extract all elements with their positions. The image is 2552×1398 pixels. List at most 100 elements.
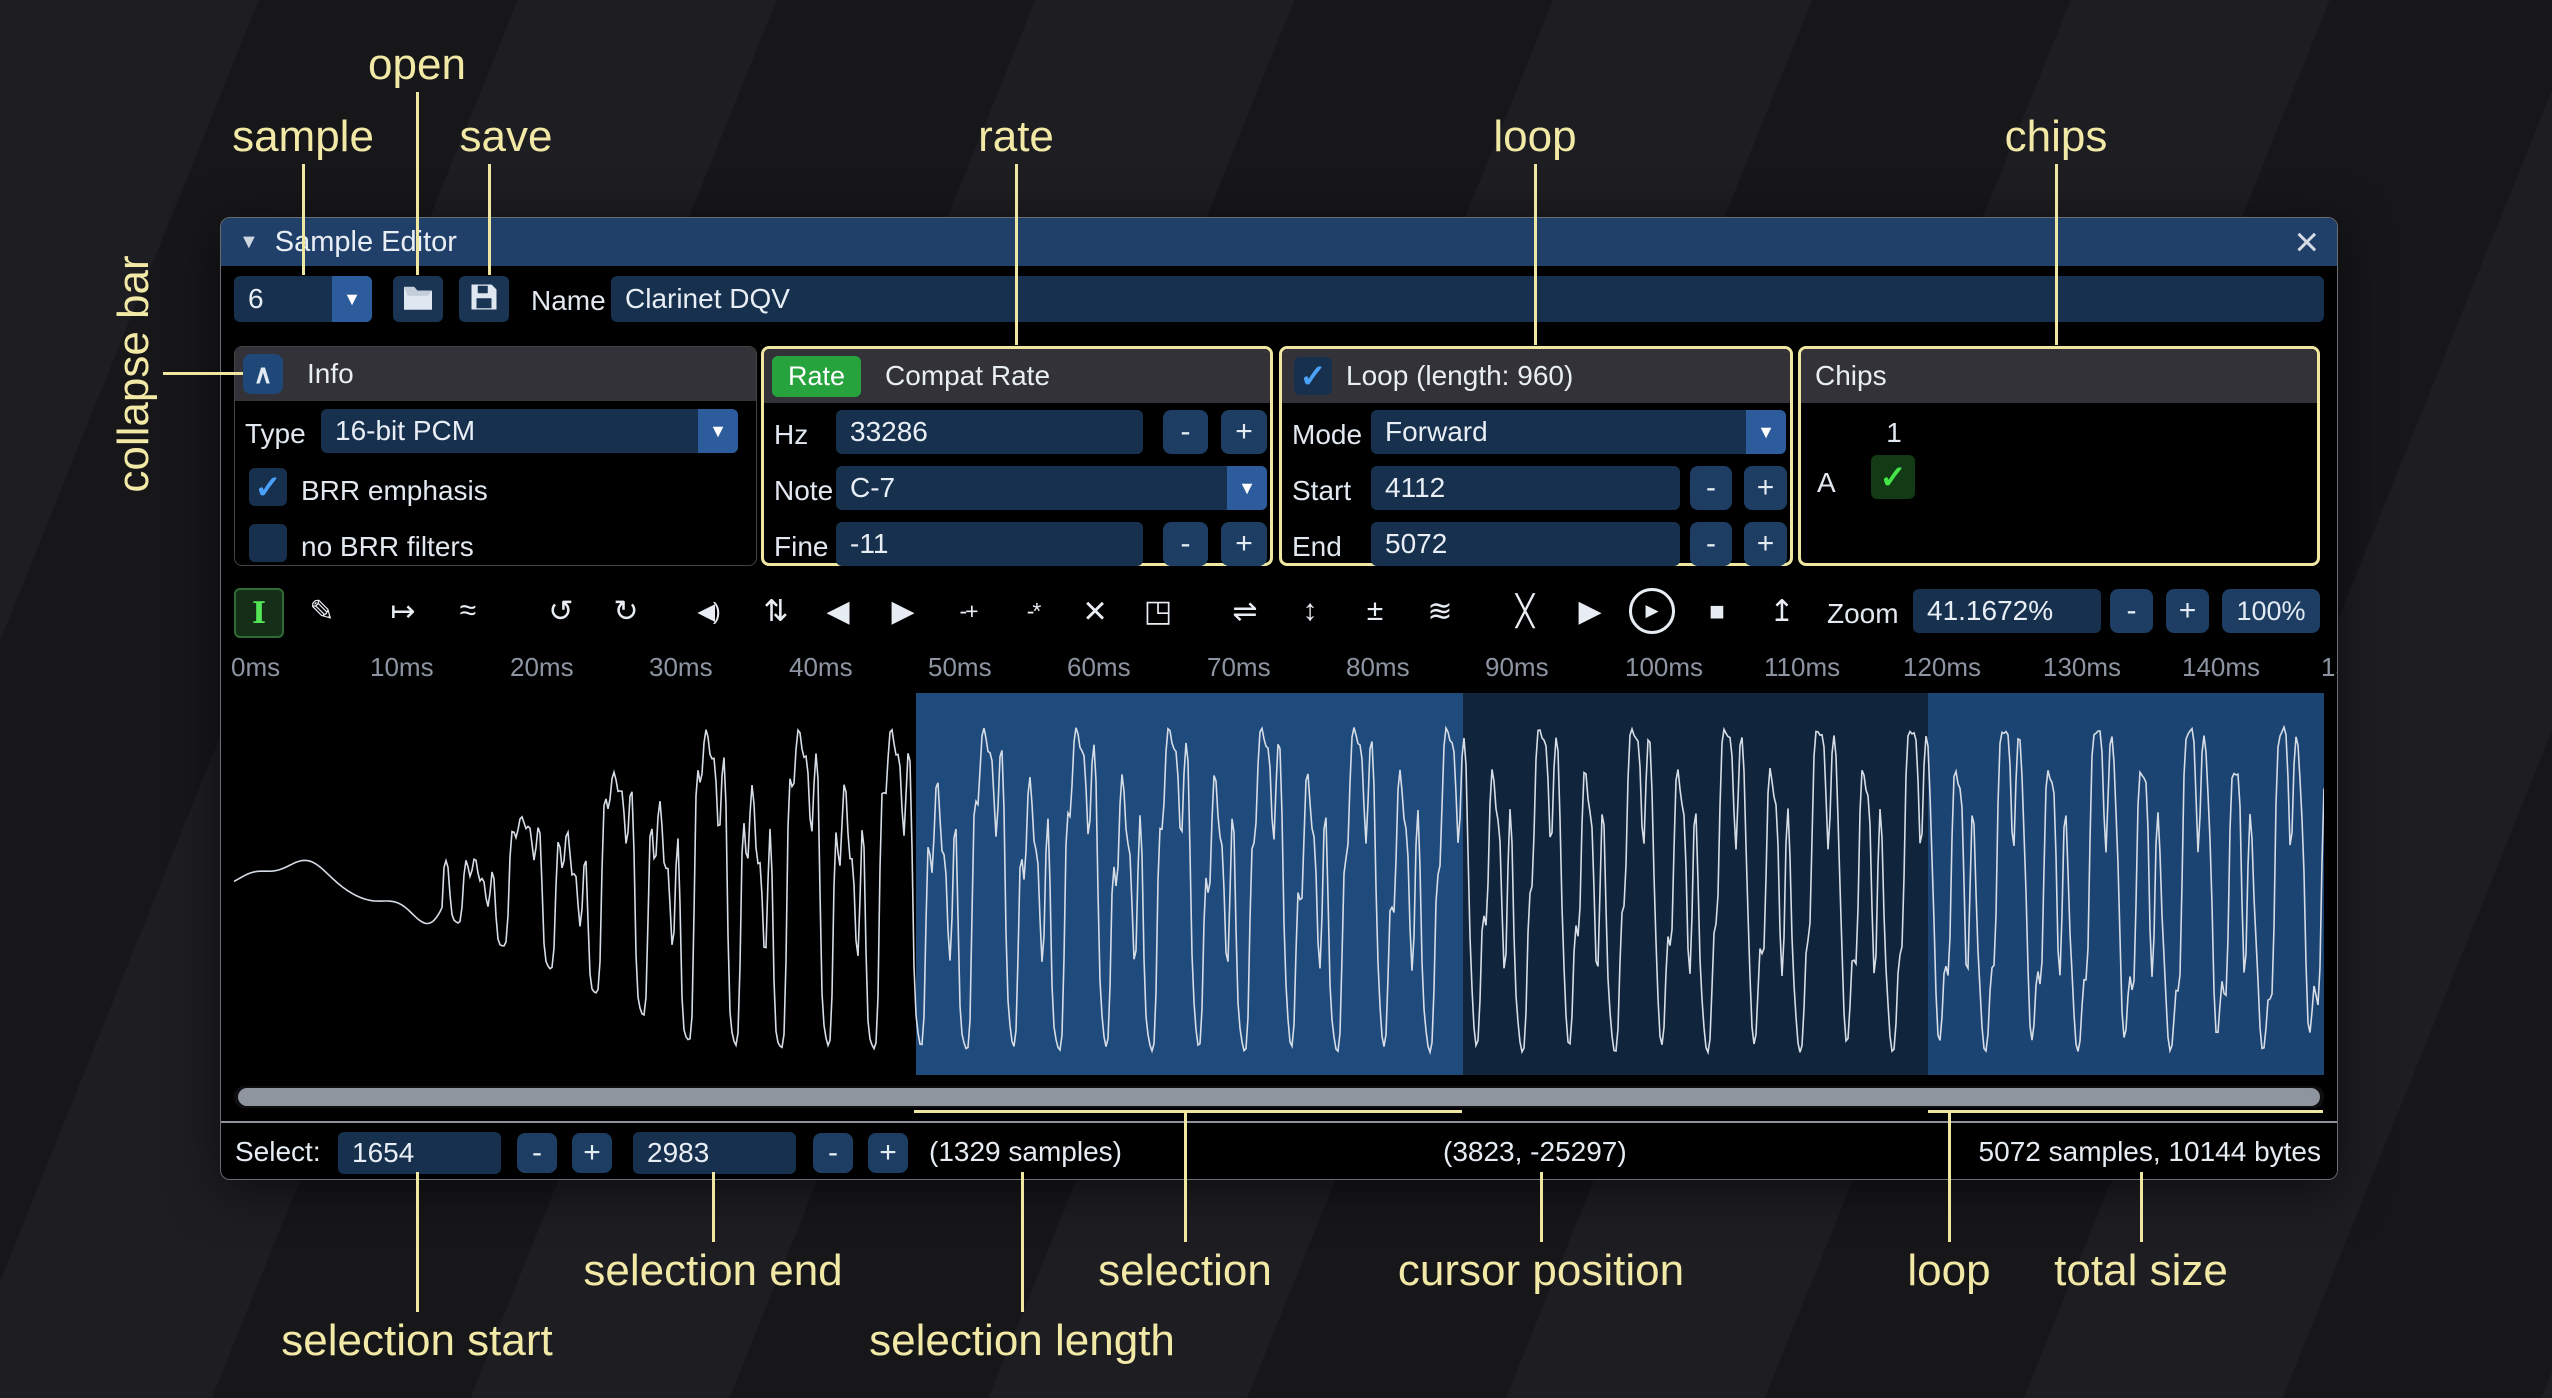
stop-icon[interactable]: ■: [1694, 588, 1740, 634]
save-button[interactable]: [459, 276, 509, 322]
apply-silence-icon[interactable]: -*: [1010, 588, 1056, 634]
zoom-minus-button[interactable]: -: [2110, 589, 2153, 633]
selection-end-minus-button[interactable]: -: [813, 1133, 853, 1173]
ruler-label: 10ms: [370, 652, 434, 683]
collapse-bar-button[interactable]: ∧: [243, 354, 283, 394]
hz-label: Hz: [774, 419, 808, 451]
zoom-plus-button[interactable]: +: [2166, 589, 2209, 633]
type-dropdown[interactable]: 16-bit PCM ▼: [321, 409, 738, 453]
ruler-label: 110ms: [1764, 652, 1840, 683]
insert-silence-icon[interactable]: -+: [945, 588, 991, 634]
invert-icon[interactable]: ↕: [1287, 588, 1333, 634]
annotation-loop-region: loop: [1907, 1246, 1990, 1296]
loop-start-label: Start: [1292, 475, 1351, 507]
filter-icon[interactable]: ≋: [1417, 588, 1463, 634]
loop-end-plus-button[interactable]: +: [1744, 522, 1787, 566]
loop-checkbox[interactable]: ✓: [1294, 357, 1332, 395]
trim-icon[interactable]: ◳: [1135, 588, 1181, 634]
status-bar: Select: 1654 - + 2983 - + (1329 samples)…: [221, 1121, 2337, 1180]
type-value: 16-bit PCM: [335, 415, 475, 447]
hz-input[interactable]: 33286: [836, 410, 1143, 454]
chevron-down-icon[interactable]: ▼: [1746, 410, 1786, 454]
hz-minus-button[interactable]: -: [1163, 410, 1208, 454]
fine-plus-button[interactable]: +: [1221, 522, 1267, 566]
loop-end-input[interactable]: 5072: [1371, 522, 1680, 566]
ruler-label: 60ms: [1067, 652, 1131, 683]
fade-out-icon[interactable]: ▶: [880, 588, 926, 634]
sign-icon[interactable]: ±: [1352, 588, 1398, 634]
cursor-position-text: (3823, -25297): [1443, 1136, 1627, 1168]
name-input[interactable]: Clarinet DQV: [611, 276, 2324, 322]
annotation-selection-end: selection end: [583, 1246, 842, 1296]
chevron-down-icon[interactable]: ▼: [1227, 466, 1267, 510]
zoom-input[interactable]: 41.1672%: [1913, 589, 2101, 633]
chevron-down-icon[interactable]: ▼: [332, 276, 372, 322]
chip-enable-checkbox[interactable]: ✓: [1871, 455, 1915, 499]
close-icon[interactable]: ×: [2294, 218, 2319, 266]
play-icon[interactable]: ▶: [1629, 588, 1675, 634]
annotation-selection: selection: [1098, 1246, 1272, 1296]
selection-end-input[interactable]: 2983: [633, 1132, 796, 1174]
loop-start-input[interactable]: 4112: [1371, 466, 1680, 510]
zoom-reset-button[interactable]: 100%: [2222, 589, 2320, 633]
type-label: Type: [245, 418, 306, 450]
fine-input[interactable]: -11: [836, 522, 1143, 566]
rate-header-label: Compat Rate: [885, 360, 1050, 392]
info-panel: ∧ Info Type 16-bit PCM ▼ ✓ BRR emphasis …: [234, 346, 757, 566]
no-brr-filters-checkbox[interactable]: [249, 524, 287, 562]
annotation-line-loop-region: [1948, 1110, 1951, 1242]
zoom-label: Zoom: [1827, 598, 1899, 630]
total-size-text: 5072 samples, 10144 bytes: [1979, 1136, 2321, 1168]
annotation-line-loop: [1534, 164, 1537, 345]
edit-cursor-icon[interactable]: I: [234, 588, 284, 638]
selection-end-plus-button[interactable]: +: [868, 1133, 908, 1173]
crossfade-icon[interactable]: ╳: [1502, 588, 1548, 634]
undo-icon[interactable]: ↺: [538, 588, 584, 634]
annotation-line-selection: [1184, 1110, 1187, 1242]
delete-icon[interactable]: ×: [1072, 588, 1118, 634]
floppy-save-icon: [469, 282, 499, 317]
info-header-label: Info: [307, 358, 354, 390]
annotation-selection-length: selection length: [869, 1316, 1175, 1366]
selection-start-plus-button[interactable]: +: [572, 1133, 612, 1173]
sample-index-combo[interactable]: 6 ▼: [234, 276, 372, 322]
import-icon[interactable]: ↥: [1759, 588, 1805, 634]
check-icon: ✓: [1880, 458, 1907, 496]
redo-icon[interactable]: ↻: [603, 588, 649, 634]
waveform-scrollbar[interactable]: [234, 1086, 2324, 1108]
rate-badge: Rate: [772, 356, 861, 397]
titlebar[interactable]: ▼ Sample Editor ×: [221, 218, 2337, 266]
hz-plus-button[interactable]: +: [1221, 410, 1267, 454]
window-collapse-icon[interactable]: ▼: [239, 231, 259, 254]
brr-emphasis-checkbox[interactable]: ✓: [249, 468, 287, 506]
amplify-icon[interactable]: ◀): [685, 588, 731, 634]
waveform-view[interactable]: [234, 693, 2324, 1075]
resample-icon[interactable]: ≈: [445, 588, 491, 634]
reverse-icon[interactable]: ⇌: [1222, 588, 1268, 634]
selection-start-input[interactable]: 1654: [338, 1132, 501, 1174]
ruler-label: 30ms: [649, 652, 713, 683]
annotation-line-total-size: [2140, 1172, 2143, 1242]
ruler-label: 80ms: [1346, 652, 1410, 683]
chevron-down-icon[interactable]: ▼: [698, 409, 738, 453]
fine-minus-button[interactable]: -: [1163, 522, 1208, 566]
loop-end-minus-button[interactable]: -: [1690, 522, 1732, 566]
annotation-open: open: [368, 40, 466, 90]
selection-start-minus-button[interactable]: -: [517, 1133, 557, 1173]
fade-in-icon[interactable]: ◀: [815, 588, 861, 634]
note-dropdown[interactable]: C-7 ▼: [836, 466, 1267, 510]
annotation-line-selection-length: [1021, 1172, 1024, 1312]
annotation-line-cursor-position: [1540, 1172, 1543, 1242]
loop-mode-dropdown[interactable]: Forward ▼: [1371, 410, 1786, 454]
loop-start-minus-button[interactable]: -: [1690, 466, 1732, 510]
mode-label: Mode: [1292, 419, 1362, 451]
open-button[interactable]: [393, 276, 443, 322]
normalize-icon[interactable]: ⇅: [753, 588, 799, 634]
brr-emphasis-label: BRR emphasis: [301, 475, 488, 507]
scrollbar-handle[interactable]: [238, 1088, 2320, 1106]
resize-icon[interactable]: ↦: [380, 588, 426, 634]
pencil-icon[interactable]: ✎: [299, 588, 345, 634]
loop-start-plus-button[interactable]: +: [1744, 466, 1787, 510]
preview-icon[interactable]: ▶: [1567, 588, 1613, 634]
annotation-sample: sample: [232, 112, 374, 162]
